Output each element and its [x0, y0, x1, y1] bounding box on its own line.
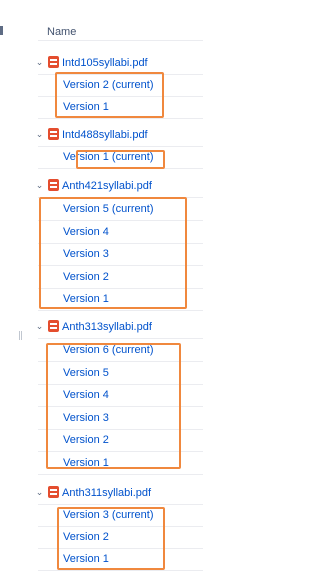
version-row[interactable]: Version 1	[38, 548, 203, 571]
name-column-header[interactable]: Name	[47, 26, 76, 38]
version-row[interactable]: Version 4	[38, 384, 203, 407]
file-row[interactable]: ⌄ Intd488syllabi.pdf	[35, 124, 203, 147]
version-link[interactable]: Version 3 (current)	[63, 509, 153, 521]
version-link[interactable]: Version 2	[63, 531, 109, 543]
version-link[interactable]: Version 1	[63, 101, 109, 113]
version-link[interactable]: Version 2 (current)	[63, 79, 153, 91]
version-link[interactable]: Version 6 (current)	[63, 344, 153, 356]
pdf-icon	[48, 128, 59, 140]
version-row[interactable]: Version 2 (current)	[38, 74, 203, 97]
version-link[interactable]: Version 3	[63, 412, 109, 424]
version-row[interactable]: Version 5	[38, 362, 203, 385]
file-name-link[interactable]: Anth311syllabi.pdf	[62, 487, 151, 499]
version-row[interactable]: Version 1	[38, 96, 203, 119]
file-name-link[interactable]: Anth313syllabi.pdf	[62, 321, 152, 333]
version-row[interactable]: Version 1	[38, 452, 203, 475]
column-header: Name	[38, 0, 203, 41]
pdf-icon	[48, 179, 59, 191]
version-link[interactable]: Version 5	[63, 367, 109, 379]
version-row[interactable]: Version 2	[38, 526, 203, 549]
version-link[interactable]: Version 1	[63, 457, 109, 469]
version-row[interactable]: Version 1	[38, 288, 203, 311]
version-link[interactable]: Version 1	[63, 553, 109, 565]
version-row[interactable]: Version 6 (current)	[38, 339, 203, 362]
file-name-link[interactable]: Intd105syllabi.pdf	[62, 57, 148, 69]
pdf-icon	[48, 486, 59, 498]
chevron-down-icon[interactable]: ⌄	[35, 321, 44, 331]
version-link[interactable]: Version 1 (current)	[63, 151, 153, 163]
version-row[interactable]: Version 2	[38, 429, 203, 452]
file-name-link[interactable]: Intd488syllabi.pdf	[62, 129, 148, 141]
file-row[interactable]: ⌄ Anth421syllabi.pdf	[35, 175, 203, 198]
pdf-icon	[48, 320, 59, 332]
version-link[interactable]: Version 4	[63, 226, 109, 238]
panel-resize-handle[interactable]	[19, 331, 22, 340]
version-link[interactable]: Version 3	[63, 248, 109, 260]
chevron-down-icon[interactable]: ⌄	[35, 57, 44, 67]
file-name-link[interactable]: Anth421syllabi.pdf	[62, 180, 152, 192]
gutter-mark	[0, 26, 3, 35]
version-row[interactable]: Version 5 (current)	[38, 198, 203, 221]
version-link[interactable]: Version 5 (current)	[63, 203, 153, 215]
file-version-list: Name ⌄ Intd105syllabi.pdf Version 2 (cur…	[0, 0, 203, 576]
pdf-icon	[48, 56, 59, 68]
version-link[interactable]: Version 2	[63, 434, 109, 446]
file-row[interactable]: ⌄ Intd105syllabi.pdf	[35, 52, 203, 75]
version-link[interactable]: Version 2	[63, 271, 109, 283]
version-row[interactable]: Version 4	[38, 221, 203, 244]
file-row[interactable]: ⌄ Anth311syllabi.pdf	[35, 482, 203, 505]
left-gutter	[0, 0, 33, 576]
file-row[interactable]: ⌄ Anth313syllabi.pdf	[35, 316, 203, 339]
version-link[interactable]: Version 1	[63, 293, 109, 305]
version-row[interactable]: Version 3	[38, 243, 203, 266]
version-row[interactable]: Version 3 (current)	[38, 504, 203, 527]
version-link[interactable]: Version 4	[63, 389, 109, 401]
version-row[interactable]: Version 3	[38, 407, 203, 430]
chevron-down-icon[interactable]: ⌄	[35, 180, 44, 190]
chevron-down-icon[interactable]: ⌄	[35, 487, 44, 497]
chevron-down-icon[interactable]: ⌄	[35, 129, 44, 139]
version-row[interactable]: Version 2	[38, 266, 203, 289]
version-row[interactable]: Version 1 (current)	[38, 146, 203, 169]
